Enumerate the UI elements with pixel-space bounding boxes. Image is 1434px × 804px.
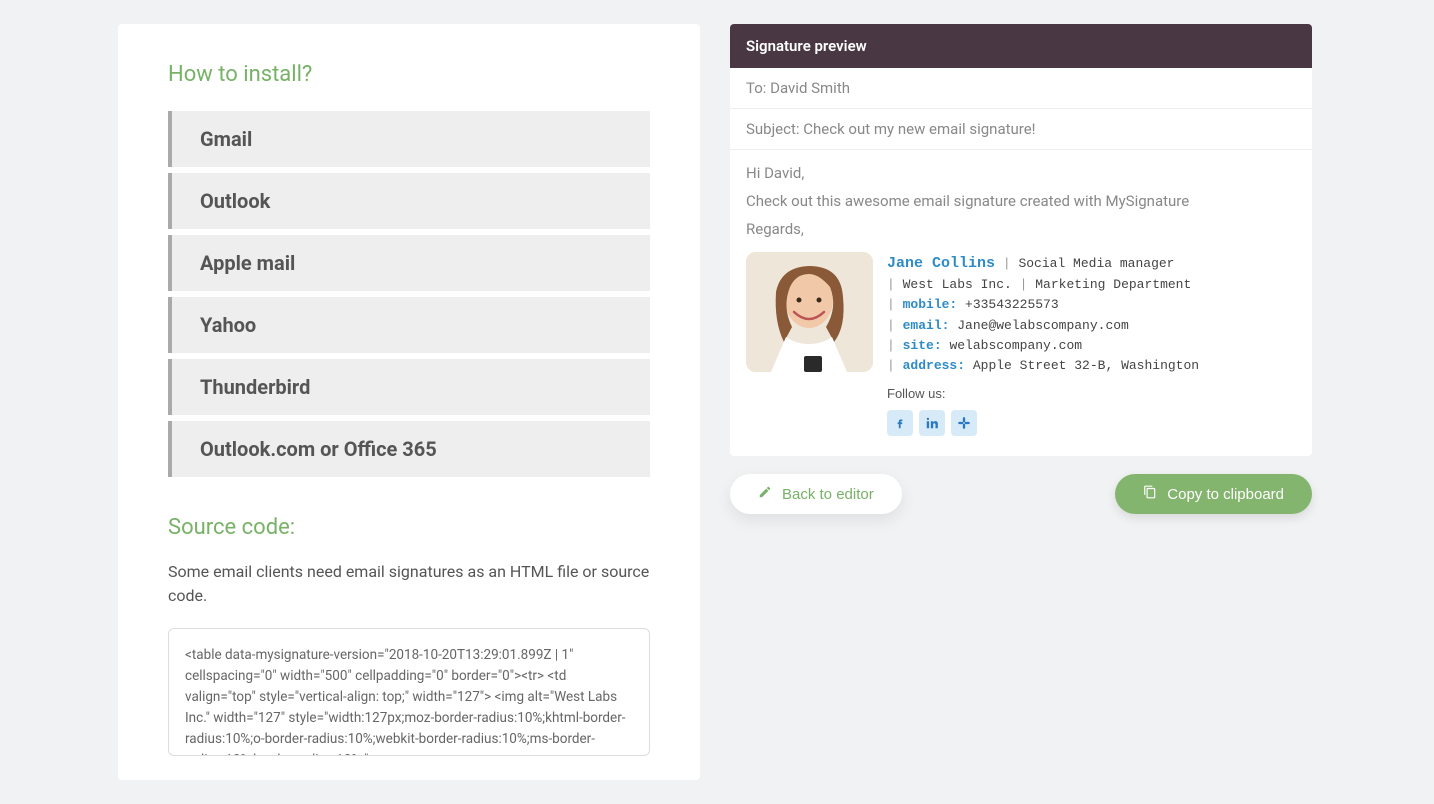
client-label: Gmail (200, 127, 252, 151)
client-apple-mail[interactable]: Apple mail (168, 235, 650, 291)
sig-mobile: +33543225573 (965, 297, 1059, 312)
client-label: Yahoo (200, 313, 256, 337)
social-row (887, 410, 1199, 436)
install-title: How to install? (168, 62, 650, 87)
sig-department: Marketing Department (1035, 277, 1191, 292)
back-label: Back to editor (782, 486, 874, 503)
signature-details: Jane Collins | Social Media manager | We… (887, 252, 1199, 436)
sig-name: Jane Collins (887, 255, 995, 272)
sig-company: West Labs Inc. (903, 277, 1012, 292)
regards-line: Regards, (746, 220, 1296, 238)
client-yahoo[interactable]: Yahoo (168, 297, 650, 353)
site-label: site: (903, 338, 942, 353)
slack-icon[interactable] (951, 410, 977, 436)
clipboard-icon (1143, 485, 1157, 503)
copy-label: Copy to clipboard (1167, 486, 1284, 503)
client-label: Outlook (200, 189, 270, 213)
back-to-editor-button[interactable]: Back to editor (730, 474, 902, 514)
action-bar: Back to editor Copy to clipboard (730, 474, 1312, 514)
preview-panel: Signature preview To: David Smith Subjec… (730, 24, 1312, 780)
client-label: Apple mail (200, 251, 295, 275)
sig-title: Social Media manager (1018, 256, 1174, 271)
follow-label: Follow us: (887, 384, 1199, 404)
email-label: email: (903, 318, 950, 333)
client-office365[interactable]: Outlook.com or Office 365 (168, 421, 650, 477)
client-outlook[interactable]: Outlook (168, 173, 650, 229)
signature-block: Jane Collins | Social Media manager | We… (746, 252, 1296, 436)
source-code-box[interactable]: <table data-mysignature-version="2018-10… (168, 628, 650, 756)
address-label: address: (903, 358, 965, 373)
sig-address: Apple Street 32-B, Washington (973, 358, 1199, 373)
preview-header: Signature preview (730, 24, 1312, 68)
mobile-label: mobile: (903, 297, 958, 312)
pencil-icon (758, 485, 772, 503)
sig-email: Jane@welabscompany.com (957, 318, 1129, 333)
client-thunderbird[interactable]: Thunderbird (168, 359, 650, 415)
client-label: Outlook.com or Office 365 (200, 437, 437, 461)
client-label: Thunderbird (200, 375, 310, 399)
preview-body: Hi David, Check out this awesome email s… (730, 150, 1312, 456)
body-line: Check out this awesome email signature c… (746, 192, 1296, 210)
preview-to: To: David Smith (730, 68, 1312, 109)
avatar (746, 252, 873, 372)
source-code-desc: Some email clients need email signatures… (168, 560, 650, 608)
greeting-line: Hi David, (746, 164, 1296, 182)
sig-site: welabscompany.com (949, 338, 1082, 353)
facebook-icon[interactable] (887, 410, 913, 436)
preview-card: Signature preview To: David Smith Subjec… (730, 24, 1312, 456)
client-gmail[interactable]: Gmail (168, 111, 650, 167)
preview-subject: Subject: Check out my new email signatur… (730, 109, 1312, 150)
source-code-title: Source code: (168, 515, 650, 540)
install-panel: How to install? Gmail Outlook Apple mail… (118, 24, 700, 780)
linkedin-icon[interactable] (919, 410, 945, 436)
copy-to-clipboard-button[interactable]: Copy to clipboard (1115, 474, 1312, 514)
